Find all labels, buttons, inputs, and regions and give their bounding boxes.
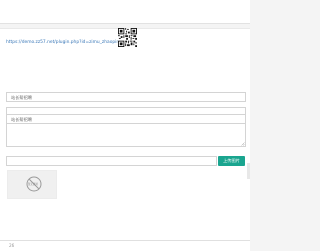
- image-url-input[interactable]: [6, 156, 217, 166]
- qr-code-icon: [118, 28, 137, 47]
- footer-text: 26: [9, 243, 15, 248]
- scroll-edge: [247, 163, 250, 179]
- share-link[interactable]: https://demo.zz57.net/plugin.php?id=zimu…: [6, 37, 118, 49]
- title-input[interactable]: [6, 114, 246, 124]
- description-textarea[interactable]: [6, 107, 246, 147]
- resize-grip-icon[interactable]: [241, 142, 245, 146]
- upload-image-button[interactable]: 上传图片: [218, 156, 245, 166]
- image-preview: 暂无图片: [7, 170, 57, 199]
- name-input[interactable]: [6, 92, 246, 102]
- page-frame: https://demo.zz57.net/plugin.php?id=zimu…: [0, 0, 250, 251]
- top-bar: [0, 0, 250, 24]
- footer-divider: [0, 240, 250, 241]
- no-image-label: 暂无图片: [27, 182, 39, 186]
